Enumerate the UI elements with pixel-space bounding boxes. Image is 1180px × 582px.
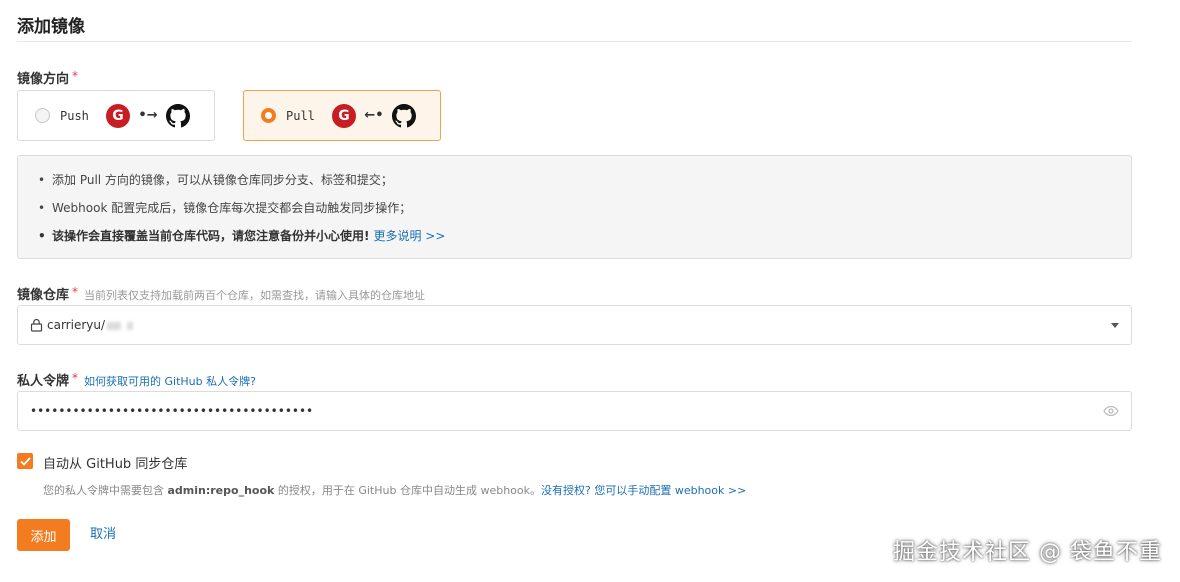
redacted-text [127,321,134,330]
manual-webhook-link[interactable]: 没有授权? 您可以手动配置 webhook >> [541,484,746,497]
push-label: Push [60,108,89,123]
page-title: 添加镜像 [17,17,85,37]
info-line: • 添加 Pull 方向的镜像，可以从镜像仓库同步分支、标签和提交； [38,173,393,187]
repo-select-value: carrieryu/ [47,318,1111,332]
chevron-down-icon[interactable] [1111,322,1119,328]
github-icon [166,103,190,127]
more-info-link[interactable]: 更多说明 >> [373,229,445,243]
pull-radio[interactable] [261,108,276,123]
add-button[interactable]: 添加 [17,519,70,551]
direction-label: 镜像方向 * [17,69,79,87]
pull-label: Pull [286,108,315,123]
token-input-value: •••••••••••••••••••••••••••••••••••••••• [30,404,314,418]
info-box: • 添加 Pull 方向的镜像，可以从镜像仓库同步分支、标签和提交； • Webho… [17,155,1132,259]
auto-sync-hint: 您的私人令牌中需要包含 admin:repo_hook 的授权，用于在 GitH… [43,484,747,497]
token-input[interactable]: •••••••••••••••••••••••••••••••••••••••• [17,391,1132,431]
auto-sync-label[interactable]: 自动从 GitHub 同步仓库 [43,453,187,472]
direction-option-push[interactable]: Push G •→ [17,90,215,141]
repo-hint: 当前列表仅支持加载前两百个仓库，如需查找，请输入具体的仓库地址 [84,289,426,302]
info-warning-line: • 该操作会直接覆盖当前仓库代码，请您注意备份并小心使用! 更多说明 >> [38,229,446,243]
lock-icon [30,318,43,332]
title-divider [17,41,1132,42]
required-mark: * [72,285,79,299]
push-radio[interactable] [35,108,50,123]
info-line: • Webhook 配置完成后，镜像仓库每次提交都会自动触发同步操作； [38,201,412,215]
check-icon [19,456,31,466]
auto-sync-checkbox[interactable] [17,453,33,469]
token-label: 私人令牌 * 如何获取可用的 GitHub 私人令牌? [17,371,256,389]
required-mark: * [72,371,79,385]
github-icon [392,103,416,127]
direction-option-pull[interactable]: Pull G ←• [243,90,441,141]
arrow-left-icon: ←• [364,108,384,123]
repo-select[interactable]: carrieryu/ [17,305,1132,345]
redacted-text [107,321,122,330]
watermark: 掘金技术社区 @ 袋鱼不重 [893,540,1162,565]
repo-label: 镜像仓库 * 当前列表仅支持加载前两百个仓库，如需查找，请输入具体的仓库地址 [17,285,426,303]
arrow-right-icon: •→ [138,108,158,123]
gitee-icon: G [106,103,130,128]
cancel-button[interactable]: 取消 [90,519,116,551]
token-help-link[interactable]: 如何获取可用的 GitHub 私人令牌? [84,375,256,388]
eye-icon[interactable] [1103,405,1119,417]
required-mark: * [72,69,79,83]
gitee-icon: G [332,103,356,128]
